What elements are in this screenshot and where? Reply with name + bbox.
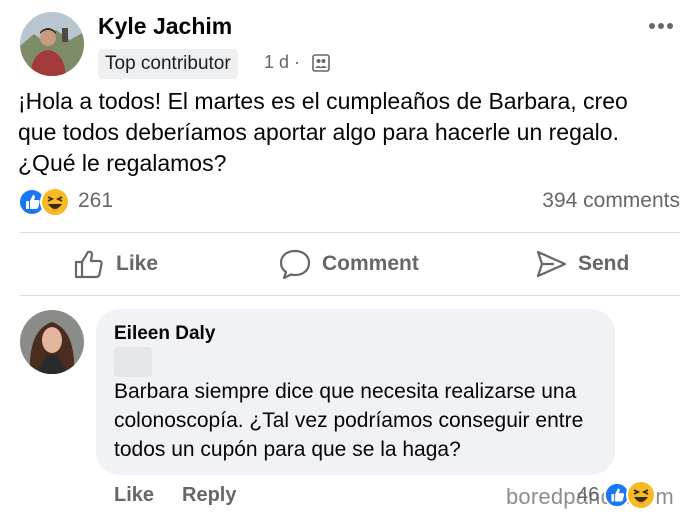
send-icon	[536, 250, 567, 278]
comments-count-link[interactable]: 394 comments	[542, 189, 680, 213]
comment-reaction-count[interactable]: 46	[577, 484, 599, 507]
comment-like-button[interactable]: Like	[114, 484, 154, 507]
commenter-badge-placeholder	[114, 347, 152, 377]
reaction-count: 261	[78, 189, 114, 212]
thumbs-up-icon	[74, 250, 103, 279]
comment-button[interactable]: Comment	[278, 244, 419, 284]
post-author-name[interactable]: Kyle Jachim	[98, 13, 232, 40]
comment-text-line: colonoscopía. ¿Tal vez podríamos consegu…	[114, 409, 584, 432]
more-options-icon[interactable]	[646, 16, 676, 36]
friends-icon	[312, 54, 330, 72]
post-text: ¡Hola a todos! El martes es el cumpleaño…	[18, 86, 688, 179]
divider	[20, 295, 680, 296]
like-button-label: Like	[116, 252, 159, 275]
comment-bubble: Eileen Daly Barbara siempre dice que nec…	[96, 309, 615, 475]
send-button-label: Send	[578, 252, 630, 275]
post-text-line: ¡Hola a todos! El martes es el cumpleaño…	[18, 88, 628, 114]
comment-text: Barbara siempre dice que necesita realiz…	[114, 377, 604, 464]
send-button[interactable]: Send	[534, 244, 629, 284]
commenter-name[interactable]: Eileen Daly	[114, 323, 215, 345]
top-contributor-badge: Top contributor	[98, 49, 238, 79]
comment-text-line: todos un cupón para que se la haga?	[114, 438, 461, 461]
haha-reaction-icon	[626, 480, 656, 510]
post-author-avatar[interactable]	[20, 12, 84, 76]
comment-text-line: Barbara siempre dice que necesita realiz…	[114, 380, 577, 403]
comment-bubble-icon	[279, 249, 311, 280]
divider	[20, 232, 680, 233]
haha-reaction-icon	[40, 187, 70, 217]
comment-button-label: Comment	[322, 252, 419, 275]
comment-reply-button[interactable]: Reply	[182, 484, 236, 507]
post-timestamp[interactable]: 1 d ·	[264, 52, 300, 73]
post-text-line: ¿Qué le regalamos?	[18, 150, 227, 176]
post-text-line: que todos deberíamos aportar algo para h…	[18, 119, 619, 145]
commenter-avatar[interactable]	[20, 310, 84, 374]
like-button[interactable]: Like	[72, 244, 158, 284]
